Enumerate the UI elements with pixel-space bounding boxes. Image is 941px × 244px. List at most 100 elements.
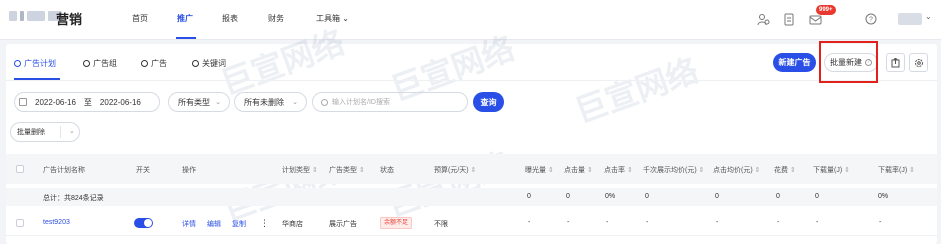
total-impressions: 0 — [527, 193, 531, 200]
budget-value: 不限 — [434, 221, 448, 228]
clicks-value: - — [567, 219, 570, 226]
chevron-down-icon: ⌄ — [69, 128, 75, 135]
col-label: 下载率(J) — [878, 167, 908, 174]
plan-name-link[interactable]: test9203 — [43, 219, 70, 226]
total-cpc: 0 — [715, 193, 719, 200]
tab-label: 广告组 — [93, 59, 117, 68]
col-label: 预算(元/天) — [434, 167, 469, 174]
nav-finance[interactable]: 财务 — [268, 13, 284, 24]
user-switch-icon[interactable] — [754, 10, 772, 28]
nav-promotion[interactable]: 推广 — [177, 13, 193, 24]
col-clicks[interactable]: 点击量 ⇕ — [564, 165, 593, 175]
ad-type-value: 展示广告 — [329, 221, 357, 228]
nav-home[interactable]: 首页 — [132, 13, 148, 24]
total-cpm: 0 — [645, 193, 649, 200]
col-cost[interactable]: 花费 ⇕ — [774, 165, 796, 175]
col-ctr[interactable]: 点击率 ⇕ — [604, 165, 633, 175]
col-label: 点击均价(元) — [713, 167, 753, 174]
avatar-chevron-down-icon[interactable]: ⌄ — [925, 12, 932, 21]
cost-value: - — [777, 219, 780, 226]
col-budget[interactable]: 预算(元/天) ⇕ — [434, 165, 476, 175]
tab-ad[interactable]: 广告 — [141, 58, 167, 69]
date-start: 2022-06-16 — [35, 97, 76, 107]
total-download-rate: 0% — [878, 193, 889, 200]
col-cpm[interactable]: 千次展示均价(元) ⇕ — [643, 165, 705, 175]
col-label: 广告类型 — [329, 167, 357, 174]
cpm-value: - — [646, 219, 649, 226]
col-label: 计划类型 — [282, 167, 310, 174]
tab-divider — [6, 80, 937, 81]
col-label: 下载量(J) — [813, 167, 843, 174]
sort-icon: ⇕ — [754, 167, 761, 174]
copy-link[interactable]: 复制 — [232, 219, 246, 229]
logo — [9, 11, 62, 21]
nav-active-indicator — [176, 37, 196, 39]
impressions-value: - — [528, 219, 531, 226]
col-plan-type[interactable]: 计划类型 ⇕ — [282, 165, 318, 175]
sort-icon: ⇕ — [312, 167, 318, 174]
nav-toolbox-label: 工具箱 — [316, 14, 340, 23]
col-switch: 开关 — [136, 167, 150, 174]
more-icon[interactable]: ⋮ — [260, 218, 269, 229]
select-all-checkbox[interactable] — [16, 165, 24, 173]
col-cpc[interactable]: 点击均价(元) ⇕ — [713, 165, 761, 175]
sort-icon: ⇕ — [470, 167, 477, 174]
keyword-icon — [192, 60, 199, 67]
search-placeholder: 输入计划名/ID搜索 — [332, 99, 390, 106]
detail-link[interactable]: 详情 — [182, 219, 196, 229]
gear-icon — [914, 58, 923, 67]
search-input[interactable]: 输入计划名/ID搜索 — [312, 92, 468, 112]
type-select[interactable]: 所有类型 ⌄ — [168, 92, 230, 112]
settings-button[interactable] — [909, 53, 928, 72]
help-icon[interactable]: ? — [862, 10, 880, 28]
tab-keywords[interactable]: 关键词 — [192, 58, 226, 69]
col-label: 千次展示均价(元) — [643, 167, 697, 174]
row-checkbox[interactable] — [16, 219, 24, 227]
sort-icon: ⇕ — [909, 167, 916, 174]
col-downloads[interactable]: 下载量(J) ⇕ — [813, 165, 850, 175]
tab-ad-plan[interactable]: 广告计划 — [14, 58, 56, 69]
divider — [60, 126, 61, 138]
deleted-select-value: 所有未删除 — [244, 97, 284, 107]
edit-link[interactable]: 编辑 — [207, 219, 221, 229]
sort-icon: ⇕ — [359, 167, 365, 174]
date-end: 2022-06-16 — [99, 97, 141, 107]
tab-ad-group[interactable]: 广告组 — [83, 58, 117, 69]
logo-text: 营销 — [56, 13, 83, 28]
new-ad-button[interactable]: 新建广告 — [773, 53, 816, 72]
highlight-box — [819, 41, 878, 83]
document-icon[interactable] — [780, 10, 798, 28]
sort-icon: ⇕ — [698, 167, 705, 174]
date-range-picker[interactable]: 2022-06-16 至 2022-06-16 — [14, 92, 160, 112]
plan-switch-toggle[interactable] — [134, 218, 153, 228]
export-button[interactable] — [886, 53, 905, 72]
plan-icon — [14, 60, 21, 67]
col-ad-type[interactable]: 广告类型 ⇕ — [329, 165, 365, 175]
col-impressions[interactable]: 曝光量 ⇕ — [525, 165, 554, 175]
bulk-delete-label: 批量删除 — [17, 129, 45, 136]
chevron-down-icon: ⌄ — [215, 99, 221, 106]
calendar-icon — [19, 98, 27, 106]
col-download-rate[interactable]: 下载率(J) ⇕ — [878, 165, 915, 175]
chevron-down-icon: ⌄ — [342, 14, 349, 23]
query-button[interactable]: 查询 — [473, 92, 504, 112]
tab-label: 关键词 — [202, 59, 226, 68]
plan-type-value: 华商店 — [282, 221, 303, 228]
top-nav-bar: 营销 首页 推广 报表 财务 工具箱 ⌄ 999+ ? ⌄ — [0, 0, 941, 40]
deleted-select[interactable]: 所有未删除 ⌄ — [234, 92, 307, 112]
col-status: 状态 — [380, 167, 394, 174]
main-panel: 巨宣网络 巨宣网络 巨宣网络 巨宣网络 巨宣网络 广告计划 广告组 广告 关键词… — [6, 23, 937, 244]
bulk-delete-dropdown[interactable]: 批量删除 ⌄ — [10, 122, 80, 142]
nav-reports[interactable]: 报表 — [222, 13, 238, 24]
date-separator: 至 — [83, 97, 92, 107]
ctr-value: - — [606, 219, 609, 226]
downloads-value: - — [816, 219, 819, 226]
sort-icon: ⇕ — [844, 167, 851, 174]
sort-icon: ⇕ — [587, 167, 593, 174]
download-rate-value: - — [879, 219, 882, 226]
nav-toolbox[interactable]: 工具箱 ⌄ — [316, 13, 349, 24]
total-clicks: 0 — [566, 193, 570, 200]
type-select-value: 所有类型 — [178, 97, 210, 107]
avatar[interactable] — [898, 13, 922, 25]
total-cost: 0 — [776, 193, 780, 200]
